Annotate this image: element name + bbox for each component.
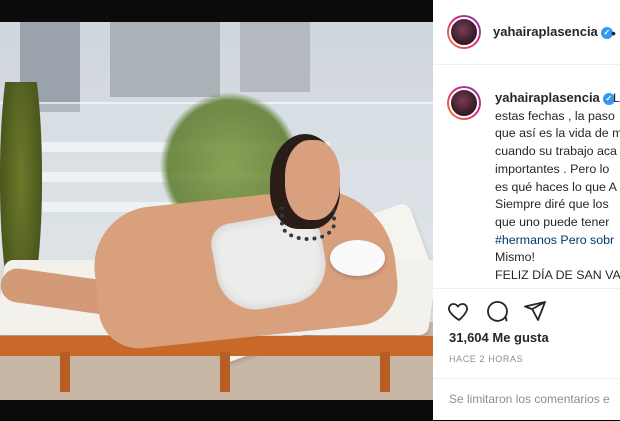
avatar-image [449, 17, 479, 47]
caption-line: que uno puede tener [495, 214, 610, 229]
caption-text: L estas fechas , la paso que así es la v… [495, 90, 620, 285]
caption-line: importantes . Pero lo [495, 161, 610, 176]
caption-line: Mismo! [495, 250, 535, 265]
caption-line: L [613, 91, 620, 105]
post-timestamp[interactable]: HACE 2 HORAS [449, 354, 523, 364]
separator-dot: • [611, 25, 616, 41]
photo-scene [0, 22, 433, 400]
lounger-leg [220, 352, 230, 392]
caption-line: estas fechas , la paso [495, 108, 615, 123]
post-sidebar: yahairaplasencia ✓ • yahairaplasencia ✓ L … [433, 0, 620, 420]
post-photo[interactable] [0, 0, 433, 420]
avatar[interactable] [447, 15, 481, 49]
comments-limited-notice: Se limitaron los comentarios e [449, 392, 610, 406]
action-bar [433, 288, 620, 329]
caption-line: Siempre diré que los [495, 197, 609, 212]
caption-hashtag-line[interactable]: #hermanos Pero sobr [495, 232, 620, 250]
caption-avatar[interactable] [447, 86, 481, 120]
username-link[interactable]: yahairaplasencia ✓ [493, 24, 613, 39]
caption-line: cuando su trabajo aca [495, 144, 617, 159]
heart-icon[interactable] [447, 299, 471, 323]
lounger-leg [380, 352, 390, 392]
comment-icon[interactable] [485, 299, 509, 323]
username[interactable]: yahairaplasencia [493, 24, 598, 39]
caption-line: es qué haces lo que A [495, 179, 617, 194]
lounger-leg [60, 352, 70, 392]
comments-footer: Se limitaron los comentarios e [433, 378, 620, 421]
share-icon[interactable] [523, 299, 547, 323]
necklace [280, 207, 336, 241]
avatar-image [449, 88, 479, 118]
caption-line: que así es la vida de m [495, 126, 620, 141]
caption-line: FELIZ DÍA DE SAN VA [495, 268, 620, 283]
likes-count[interactable]: 31,604 Me gusta [449, 330, 549, 345]
pillow [330, 240, 385, 276]
post-header: yahairaplasencia ✓ • [433, 0, 620, 65]
